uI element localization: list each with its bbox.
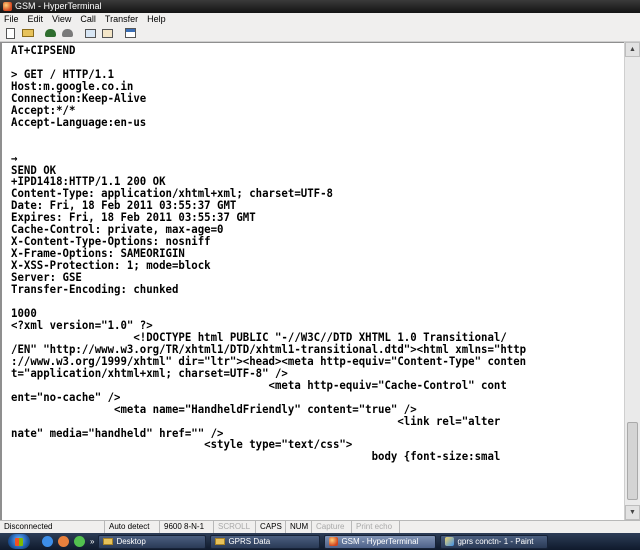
status-caps: CAPS (256, 521, 286, 533)
call-icon (45, 29, 56, 37)
window-title: GSM - HyperTerminal (15, 1, 102, 11)
quicklaunch-more-icon[interactable]: » (90, 537, 94, 546)
taskbar-button-paint[interactable]: gprs conctn- 1 - Paint (440, 534, 549, 549)
status-num: NUM (286, 521, 312, 533)
receive-icon (102, 28, 113, 38)
taskbar-label: Desktop (116, 537, 146, 546)
folder-icon (215, 538, 226, 545)
status-capture: Capture (312, 521, 352, 533)
terminal-line: body {font-size:smal (11, 449, 501, 464)
title-bar: GSM - HyperTerminal (0, 0, 640, 13)
terminal-line: Transfer-Encoding: chunked (11, 282, 179, 297)
status-scroll: SCROLL (214, 521, 256, 533)
call-button[interactable] (44, 27, 57, 39)
open-folder-icon (21, 29, 34, 37)
terminal-line: Accept-Language:en-us (11, 114, 147, 129)
scroll-down-icon[interactable]: ▼ (625, 505, 640, 520)
send-button[interactable] (84, 27, 97, 39)
receive-button[interactable] (101, 27, 114, 39)
taskbar-button-gprs-data[interactable]: GPRS Data (210, 534, 321, 549)
menu-help[interactable]: Help (147, 13, 166, 25)
folder-icon (103, 538, 114, 545)
status-bar: Disconnected Auto detect 9600 8-N-1 SCRO… (0, 520, 640, 533)
status-port: 9600 8-N-1 (160, 521, 214, 533)
start-button[interactable] (8, 534, 30, 549)
internet-explorer-icon[interactable] (42, 536, 53, 547)
menu-call[interactable]: Call (80, 13, 96, 25)
terminal-line: Connection:Keep-Alive (11, 90, 147, 105)
menu-transfer[interactable]: Transfer (105, 13, 138, 25)
terminal-line: → (11, 150, 18, 165)
windows-logo-icon (15, 537, 23, 546)
status-print-echo: Print echo (352, 521, 400, 533)
taskbar-button-desktop[interactable]: Desktop (98, 534, 207, 549)
messenger-icon[interactable] (74, 536, 85, 547)
terminal-window[interactable]: AT+CIPSEND > GET / HTTP/1.1 Host:m.google… (0, 42, 624, 520)
taskbar-label: GPRS Data (228, 537, 271, 546)
properties-button[interactable] (124, 27, 137, 39)
vertical-scrollbar[interactable]: ▲ ▼ (624, 42, 640, 520)
terminal-output: AT+CIPSEND > GET / HTTP/1.1 Host:m.google… (11, 43, 582, 464)
hyperterminal-icon (3, 2, 12, 11)
status-connection: Disconnected (0, 521, 105, 533)
disconnect-button[interactable] (61, 27, 74, 39)
status-detect: Auto detect (105, 521, 160, 533)
menu-bar: File Edit View Call Transfer Help (0, 13, 640, 25)
menu-view[interactable]: View (52, 13, 71, 25)
toolbar (0, 25, 640, 42)
new-file-button[interactable] (4, 27, 17, 39)
taskbar-button-hyperterminal[interactable]: GSM - HyperTerminal (324, 534, 437, 549)
properties-icon (125, 28, 136, 38)
hyperterminal-icon (329, 537, 339, 546)
send-icon (85, 28, 96, 38)
taskbar-label: gprs conctn- 1 - Paint (457, 537, 534, 546)
new-file-icon (6, 27, 15, 39)
paint-icon (445, 537, 455, 546)
scroll-thumb[interactable] (627, 422, 638, 500)
firefox-icon[interactable] (58, 536, 69, 547)
disconnect-icon (62, 29, 73, 37)
taskbar-label: GSM - HyperTerminal (341, 537, 419, 546)
menu-edit[interactable]: Edit (28, 13, 44, 25)
taskbar: » Desktop GPRS Data GSM - HyperTerminal … (0, 533, 640, 550)
menu-file[interactable]: File (4, 13, 19, 25)
terminal-line: X-XSS-Protection: 1; mode=block (11, 258, 211, 273)
open-button[interactable] (21, 27, 34, 39)
terminal-line: AT+CIPSEND (11, 43, 76, 57)
scroll-up-icon[interactable]: ▲ (625, 42, 640, 57)
